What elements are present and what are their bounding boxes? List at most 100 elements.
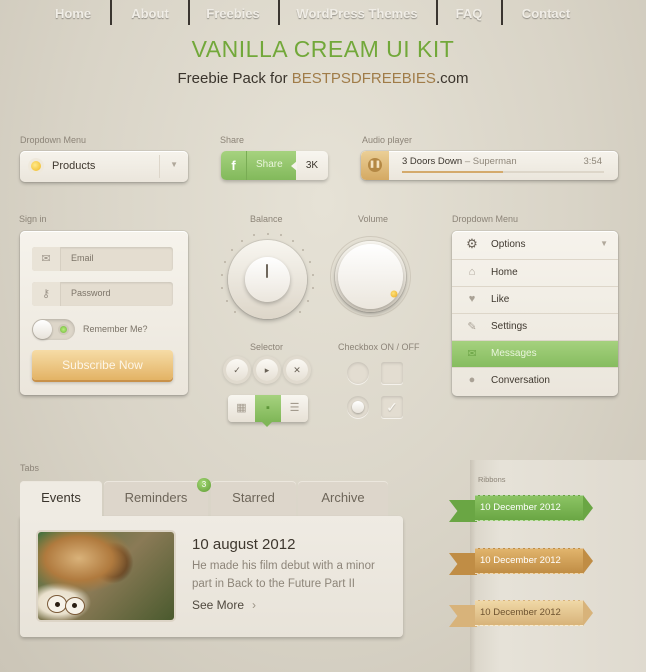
nav-divider bbox=[436, 0, 438, 25]
password-field[interactable]: ⚷ Password bbox=[32, 282, 173, 306]
balance-knob[interactable] bbox=[228, 240, 307, 319]
balance-tick bbox=[312, 273, 315, 276]
facebook-icon: f bbox=[221, 151, 247, 180]
balance-label: Balance bbox=[250, 214, 283, 224]
volume-indicator-icon bbox=[390, 290, 398, 298]
radio-dot bbox=[352, 401, 364, 413]
balance-tick bbox=[221, 287, 224, 290]
nav-item-faq[interactable]: FAQ bbox=[456, 6, 483, 21]
menu-item-home[interactable]: ⌂ Home bbox=[452, 260, 618, 287]
tab-archive[interactable]: Archive bbox=[298, 481, 388, 516]
ribbon-point bbox=[583, 548, 593, 574]
balance-tick bbox=[230, 249, 233, 252]
envelope-icon: ✉ bbox=[32, 247, 61, 271]
nav-item-about[interactable]: About bbox=[131, 6, 169, 21]
grid-small-view-button[interactable]: ▦ bbox=[228, 395, 255, 422]
progress-track[interactable] bbox=[402, 171, 604, 173]
options-dropdown: ⚙ Options ▼ ⌂ Home ♥ Like ✎ Settings ✉ M… bbox=[452, 231, 618, 396]
home-icon: ⌂ bbox=[468, 266, 476, 278]
ribbon-text: 10 December 2012 bbox=[480, 555, 561, 566]
options-header[interactable]: ⚙ Options ▼ bbox=[452, 231, 618, 260]
reminders-badge: 3 bbox=[197, 478, 211, 492]
event-date: 10 august 2012 bbox=[192, 536, 296, 553]
menu-item-label: Like bbox=[491, 294, 510, 305]
menu-item-messages[interactable]: ✉ Messages bbox=[452, 341, 618, 368]
list-view-button[interactable]: ☰ bbox=[281, 395, 308, 422]
checkbox-off[interactable] bbox=[381, 362, 403, 384]
checkbox-on[interactable]: ✓ bbox=[381, 396, 403, 418]
tab-events[interactable]: Events bbox=[20, 481, 102, 518]
pause-button[interactable]: ❚❚ bbox=[361, 151, 389, 180]
grid-small-icon: ▦ bbox=[236, 402, 247, 414]
key-icon: ⚷ bbox=[32, 282, 61, 306]
track-time: 3:54 bbox=[583, 156, 603, 167]
volume-knob[interactable] bbox=[335, 241, 406, 312]
speech-bubble-icon: ● bbox=[468, 374, 476, 386]
ribbon-point bbox=[583, 600, 593, 626]
products-dropdown[interactable]: Products ▼ bbox=[20, 151, 188, 182]
ribbon-tail bbox=[449, 500, 477, 522]
subtitle-prefix: Freebie Pack for bbox=[177, 70, 292, 87]
ribbon-text: 10 December 2012 bbox=[480, 607, 561, 618]
tabs-label: Tabs bbox=[20, 463, 40, 473]
view-mode-selector: ▦ ▪ ☰ bbox=[228, 395, 308, 427]
menu-item-conversation[interactable]: ● Conversation bbox=[452, 368, 618, 396]
pause-icon: ❚❚ bbox=[368, 158, 382, 172]
share-widget: f Share 3K bbox=[221, 151, 328, 180]
ribbon: 10 December 2012 bbox=[449, 495, 593, 522]
nav-divider bbox=[188, 0, 190, 25]
subscribe-button[interactable]: Subscribe Now bbox=[32, 350, 173, 380]
ribbons-label: Ribbons bbox=[478, 475, 506, 484]
nav-item-freebies[interactable]: Freebies bbox=[206, 6, 259, 21]
volume-knob-cap bbox=[338, 244, 403, 309]
see-more-label: See More bbox=[192, 598, 245, 612]
subtitle-suffix: .com bbox=[435, 70, 469, 87]
eye-shape bbox=[66, 598, 84, 614]
gear-icon: ⚙ bbox=[466, 236, 478, 251]
menu-item-like[interactable]: ♥ Like bbox=[452, 287, 618, 314]
active-pointer bbox=[262, 422, 272, 427]
dropdown-menu-label: Dropdown Menu bbox=[20, 135, 87, 145]
balance-tick bbox=[292, 240, 295, 243]
balance-tick bbox=[233, 311, 236, 314]
toggle-on-indicator bbox=[60, 326, 67, 333]
subtitle-brand: BESTPSDFREEBIES bbox=[291, 70, 436, 87]
radio-on[interactable] bbox=[347, 396, 369, 418]
share-button[interactable]: f Share bbox=[221, 151, 296, 180]
track-title: Superman bbox=[472, 156, 517, 167]
grid-large-view-button[interactable]: ▪ bbox=[255, 395, 281, 422]
nav-divider bbox=[501, 0, 503, 25]
track-info: 3 Doors Down – Superman bbox=[402, 156, 517, 167]
close-radio-button[interactable]: ✕ bbox=[286, 359, 308, 381]
email-field[interactable]: ✉ Email bbox=[32, 247, 173, 271]
remember-me-toggle[interactable] bbox=[32, 319, 75, 340]
tab-starred[interactable]: Starred bbox=[211, 481, 296, 516]
balance-knob-cap bbox=[245, 257, 290, 302]
nav-item-wordpress-themes[interactable]: WordPress Themes bbox=[296, 6, 417, 21]
balance-tick bbox=[225, 300, 228, 303]
balance-tick bbox=[220, 273, 223, 276]
ribbon: 10 December 2012 bbox=[449, 600, 593, 627]
radio-off[interactable] bbox=[347, 362, 369, 384]
nav-item-contact[interactable]: Contact bbox=[522, 6, 570, 21]
play-radio-button[interactable]: ▸ bbox=[256, 359, 278, 381]
ribbon-tail bbox=[449, 605, 477, 627]
check-radio-button[interactable]: ✓ bbox=[226, 359, 248, 381]
event-thumbnail bbox=[38, 532, 174, 620]
eye-shape bbox=[48, 596, 66, 612]
ribbon-point bbox=[583, 495, 593, 521]
progress-fill bbox=[402, 171, 503, 173]
nav-divider bbox=[278, 0, 280, 25]
tab-reminders[interactable]: Reminders bbox=[104, 481, 208, 516]
dropdown-divider bbox=[159, 155, 160, 178]
list-icon: ☰ bbox=[289, 402, 300, 414]
see-more-link[interactable]: See More › bbox=[192, 598, 256, 612]
menu-item-label: Conversation bbox=[491, 375, 550, 386]
password-placeholder: Password bbox=[71, 288, 111, 298]
menu-item-settings[interactable]: ✎ Settings bbox=[452, 314, 618, 341]
signin-label: Sign in bbox=[19, 214, 47, 224]
chevron-down-icon[interactable]: ▼ bbox=[170, 160, 178, 169]
balance-tick bbox=[308, 260, 311, 263]
nav-item-home[interactable]: Home bbox=[55, 6, 91, 21]
status-dot-icon bbox=[31, 161, 41, 171]
